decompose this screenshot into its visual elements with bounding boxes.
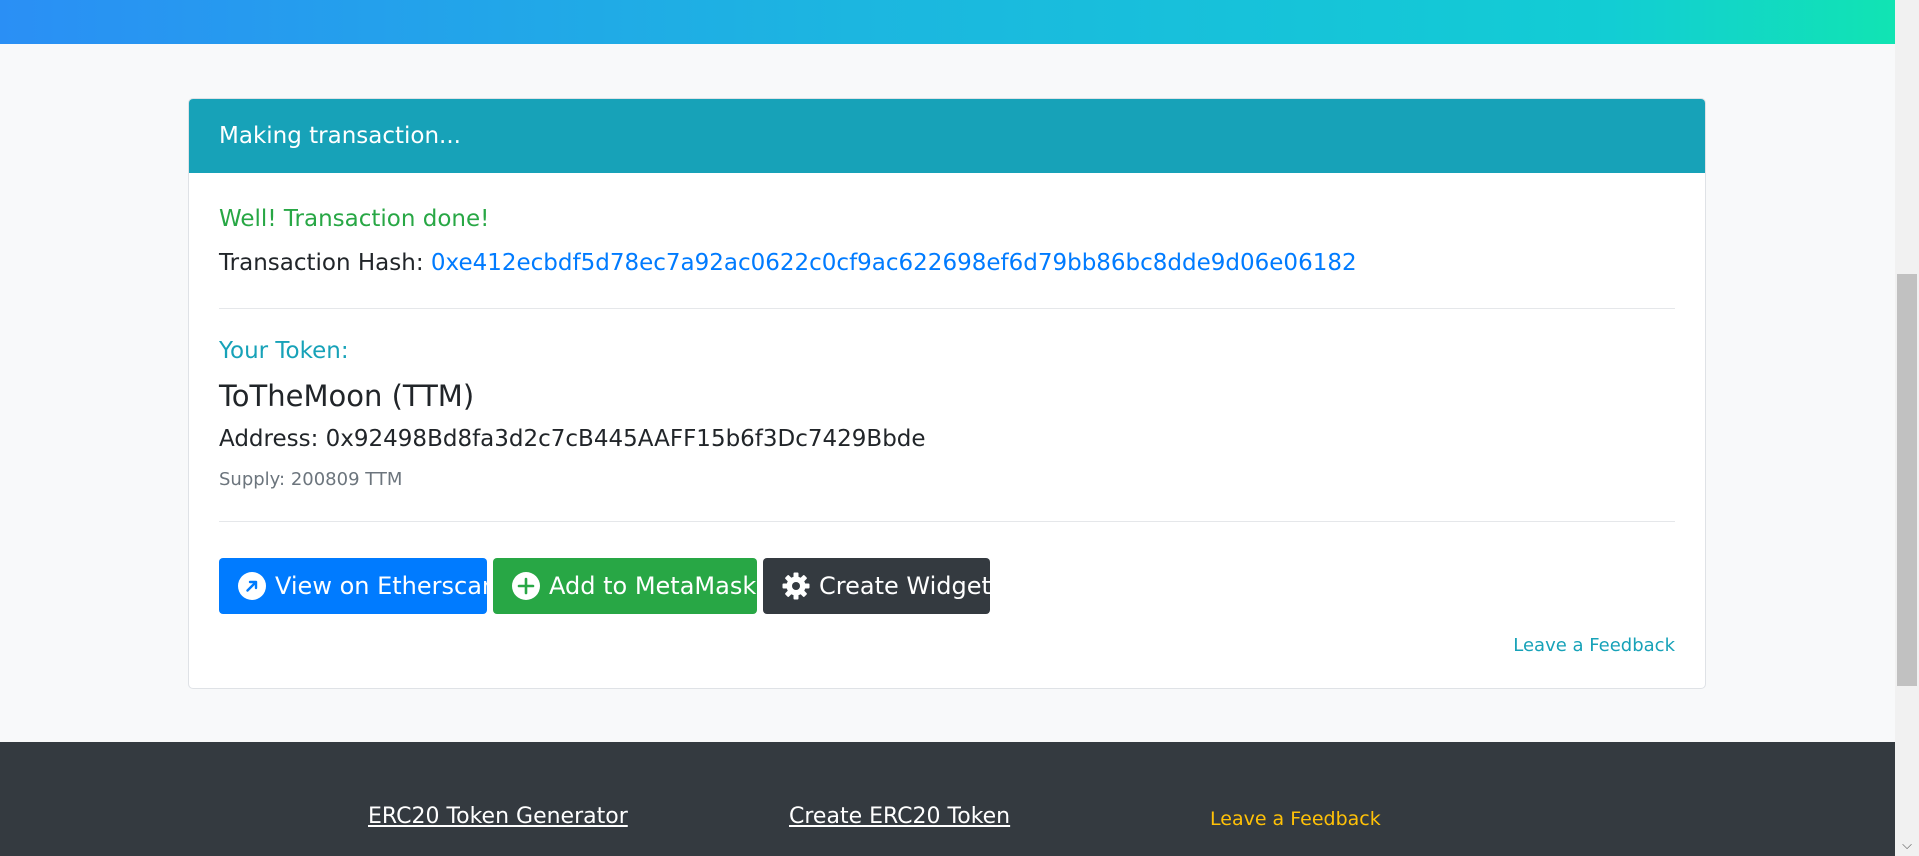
leave-feedback-link[interactable]: Leave a Feedback xyxy=(1513,635,1675,656)
divider xyxy=(219,308,1675,309)
create-widget-button[interactable]: Create Widget xyxy=(763,558,991,614)
token-address-value: 0x92498Bd8fa3d2c7cB445AAFF15b6f3Dc7429Bb… xyxy=(325,426,926,452)
token-supply: Supply: 200809 TTM xyxy=(219,469,403,490)
token-address-label: Address: xyxy=(219,426,326,452)
footer-link-leave-feedback[interactable]: Leave a Feedback xyxy=(1210,804,1381,834)
transaction-hash-label: Transaction Hash: xyxy=(219,250,431,276)
gear-icon xyxy=(782,572,810,600)
add-to-metamask-button[interactable]: Add to MetaMask xyxy=(493,558,757,614)
create-widget-label: Create Widget xyxy=(819,572,991,600)
view-on-etherscan-label: View on Etherscan xyxy=(275,572,498,600)
card-header: Making transaction... xyxy=(189,99,1705,173)
transaction-card: Making transaction... Well! Transaction … xyxy=(188,98,1706,689)
top-gradient-bar xyxy=(0,0,1895,44)
token-address-line: Address: 0x92498Bd8fa3d2c7cB445AAFF15b6f… xyxy=(219,423,1675,455)
scroll-down-icon[interactable]: ⌵ xyxy=(1899,836,1915,856)
your-token-label: Your Token: xyxy=(219,338,349,364)
success-message: Well! Transaction done! xyxy=(219,206,490,232)
external-link-circle-icon xyxy=(238,572,266,600)
footer-link-erc20-token-generator[interactable]: ERC20 Token Generator xyxy=(368,802,628,832)
view-on-etherscan-button[interactable]: View on Etherscan xyxy=(219,558,497,614)
transaction-hash-line: Transaction Hash: 0xe412ecbdf5d78ec7a92a… xyxy=(219,247,1675,279)
scrollbar-thumb[interactable] xyxy=(1897,274,1917,686)
footer: ERC20 Token Generator Create ERC20 Token… xyxy=(0,742,1895,856)
add-to-metamask-label: Add to MetaMask xyxy=(549,572,757,600)
divider xyxy=(219,521,1675,522)
transaction-hash-link[interactable]: 0xe412ecbdf5d78ec7a92ac0622c0cf9ac622698… xyxy=(431,250,1357,276)
card-body: Well! Transaction done! Transaction Hash… xyxy=(189,203,1705,614)
action-buttons: View on Etherscan Add to MetaMask Create… xyxy=(219,558,1675,614)
footer-link-create-erc20-token[interactable]: Create ERC20 Token xyxy=(789,802,1010,832)
token-name: ToTheMoon (TTM) xyxy=(219,379,475,413)
vertical-scrollbar[interactable]: ⌵ xyxy=(1895,0,1919,856)
plus-circle-icon xyxy=(512,572,540,600)
